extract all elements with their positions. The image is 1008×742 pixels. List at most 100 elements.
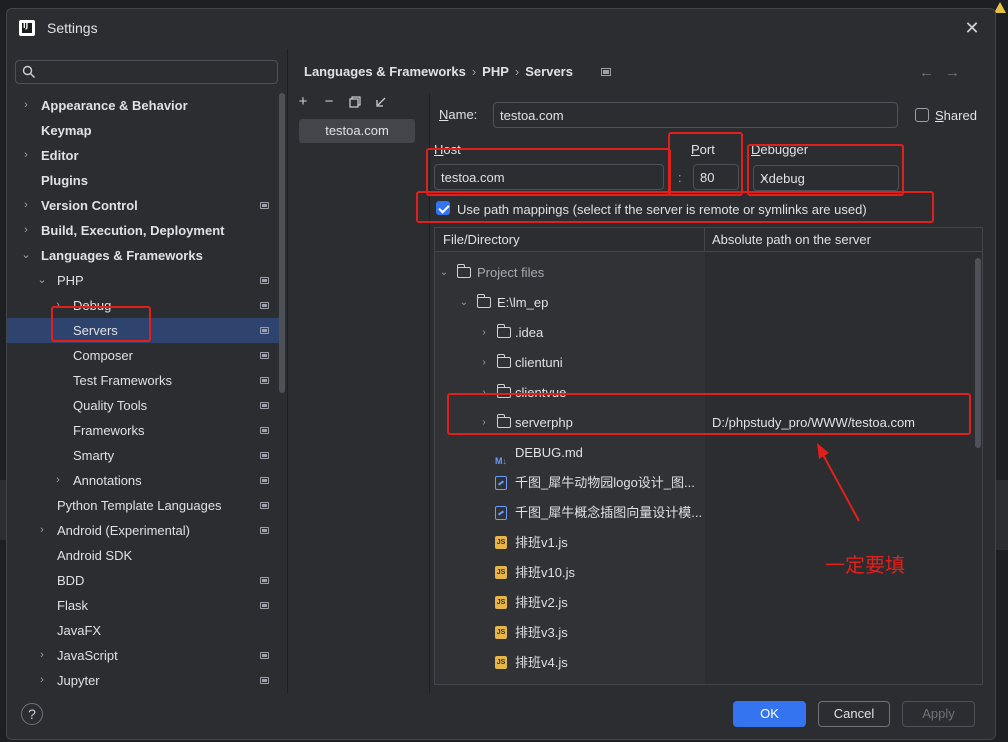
left-splitter[interactable] [287, 49, 288, 693]
settings-search[interactable] [15, 60, 278, 84]
close-icon[interactable]: ✕ [963, 19, 981, 37]
chevron-right-icon[interactable]: › [53, 293, 63, 318]
back-arrow-icon[interactable]: ← [919, 64, 934, 81]
tree-item[interactable]: Flask [7, 593, 285, 618]
tree-item[interactable]: Keymap [7, 118, 285, 143]
file-name: 排班v1.js [515, 535, 568, 550]
chevron-right-icon[interactable]: › [479, 318, 489, 348]
tree-item[interactable]: › Editor [7, 143, 285, 168]
name-field[interactable]: testoa.com [493, 102, 898, 128]
column-header-file[interactable]: File/Directory [443, 232, 520, 247]
tree-item[interactable]: › Jupyter [7, 668, 285, 693]
project-scope-icon [260, 327, 269, 334]
import-icon[interactable] [372, 93, 390, 111]
list-splitter[interactable] [429, 93, 430, 693]
table-row[interactable]: JS 排班v3.js [435, 618, 982, 648]
breadcrumb-item[interactable]: PHP [482, 64, 509, 79]
server-path[interactable]: D:/phpstudy_pro/WWW/testoa.com [712, 408, 915, 438]
tree-item[interactable]: ⌄ PHP [7, 268, 285, 293]
host-label: Host [434, 142, 461, 157]
name-value: testoa.com [500, 108, 564, 123]
table-scrollbar[interactable] [975, 258, 981, 448]
table-row[interactable]: › clientvue [435, 378, 982, 408]
tree-item[interactable]: BDD [7, 568, 285, 593]
ok-button[interactable]: OK [733, 701, 806, 727]
table-row[interactable]: JS 排班v4.js [435, 648, 982, 678]
path-mappings-checkbox[interactable] [436, 201, 450, 215]
chevron-right-icon[interactable]: › [21, 93, 31, 118]
chevron-right-icon[interactable]: › [479, 378, 489, 408]
app-logo-icon: IJ [19, 20, 35, 36]
table-row[interactable]: › .idea [435, 318, 982, 348]
chevron-right-icon[interactable]: › [37, 668, 47, 693]
tree-item[interactable]: Frameworks [7, 418, 285, 443]
column-divider[interactable] [704, 228, 705, 252]
tree-item-label: Quality Tools [73, 398, 148, 413]
remove-icon[interactable]: − [320, 93, 338, 111]
forward-arrow-icon[interactable]: → [945, 64, 960, 81]
table-row[interactable]: ⌄ E:\lm_ep [435, 288, 982, 318]
tree-item[interactable]: › JavaScript [7, 643, 285, 668]
help-button[interactable]: ? [21, 703, 43, 725]
tree-item[interactable]: Quality Tools [7, 393, 285, 418]
tree-item[interactable]: Python Template Languages [7, 493, 285, 518]
table-row[interactable]: › serverphp D:/phpstudy_pro/WWW/testoa.com [435, 408, 982, 438]
chevron-right-icon[interactable]: › [479, 348, 489, 378]
chevron-right-icon[interactable]: › [21, 193, 31, 218]
tree-item[interactable]: ⌄ Languages & Frameworks [7, 243, 285, 268]
tree-item[interactable]: Servers [7, 318, 285, 343]
chevron-right-icon[interactable]: › [37, 643, 47, 668]
chevron-down-icon[interactable]: ⌄ [439, 258, 449, 288]
tree-item[interactable]: › Debug [7, 293, 285, 318]
chevron-down-icon[interactable]: ⌄ [21, 243, 31, 268]
tree-item[interactable]: Smarty [7, 443, 285, 468]
tree-item[interactable]: JavaFX [7, 618, 285, 643]
tree-item[interactable]: › Annotations [7, 468, 285, 493]
copy-icon[interactable] [346, 93, 364, 111]
table-row[interactable]: › clientuni [435, 348, 982, 378]
debugger-select[interactable]: Xdebug ⌄ [753, 165, 899, 191]
table-row[interactable]: 千图_犀牛动物园logo设计_图... [435, 468, 982, 498]
cancel-button[interactable]: Cancel [818, 701, 890, 727]
port-field[interactable]: 80 [693, 164, 739, 190]
tree-item-label: Python Template Languages [57, 498, 222, 513]
add-icon[interactable]: + [294, 93, 312, 111]
chevron-right-icon[interactable]: › [37, 518, 47, 543]
tree-item-label: Flask [57, 598, 89, 613]
chevron-down-icon[interactable]: ⌄ [37, 268, 47, 293]
table-row[interactable]: M↓ DEBUG.md [435, 438, 982, 468]
shared-checkbox[interactable] [915, 108, 929, 122]
path-mappings-table: File/Directory Absolute path on the serv… [434, 227, 983, 685]
app-logo-text: IJ [23, 22, 29, 30]
chevron-right-icon[interactable]: › [479, 408, 489, 438]
tree-item[interactable]: Android SDK [7, 543, 285, 568]
host-field[interactable]: testoa.com [434, 164, 664, 190]
tree-item[interactable]: › Version Control [7, 193, 285, 218]
chevron-right-icon[interactable]: › [21, 218, 31, 243]
apply-button: Apply [902, 701, 975, 727]
server-list-item[interactable]: testoa.com [299, 119, 415, 143]
column-header-path[interactable]: Absolute path on the server [712, 232, 871, 247]
tree-scrollbar[interactable] [279, 93, 285, 393]
project-scope-icon [260, 402, 269, 409]
chevron-down-icon[interactable]: ⌄ [459, 288, 469, 318]
search-input[interactable] [42, 63, 272, 81]
tree-item[interactable]: › Build, Execution, Deployment [7, 218, 285, 243]
project-scope-icon [260, 352, 269, 359]
file-name: 排班v4.js [515, 655, 568, 670]
breadcrumb-item[interactable]: Languages & Frameworks [304, 64, 466, 79]
project-scope-icon [260, 652, 269, 659]
tree-item[interactable]: Plugins [7, 168, 285, 193]
table-row[interactable]: JS 排班v2.js [435, 588, 982, 618]
table-row[interactable]: ⌄ Project files [435, 258, 982, 288]
tree-item[interactable]: Composer [7, 343, 285, 368]
tree-item[interactable]: › Appearance & Behavior [7, 93, 285, 118]
chevron-right-icon[interactable]: › [21, 143, 31, 168]
tree-item[interactable]: › Android (Experimental) [7, 518, 285, 543]
table-row[interactable]: 千图_犀牛概念插图向量设计模... [435, 498, 982, 528]
file-name: 千图_犀牛概念插图向量设计模... [515, 505, 703, 520]
tree-item[interactable]: Test Frameworks [7, 368, 285, 393]
title-bar: IJ Settings ✕ [7, 9, 995, 49]
annotation-arrow [817, 443, 860, 522]
chevron-right-icon[interactable]: › [53, 468, 63, 493]
